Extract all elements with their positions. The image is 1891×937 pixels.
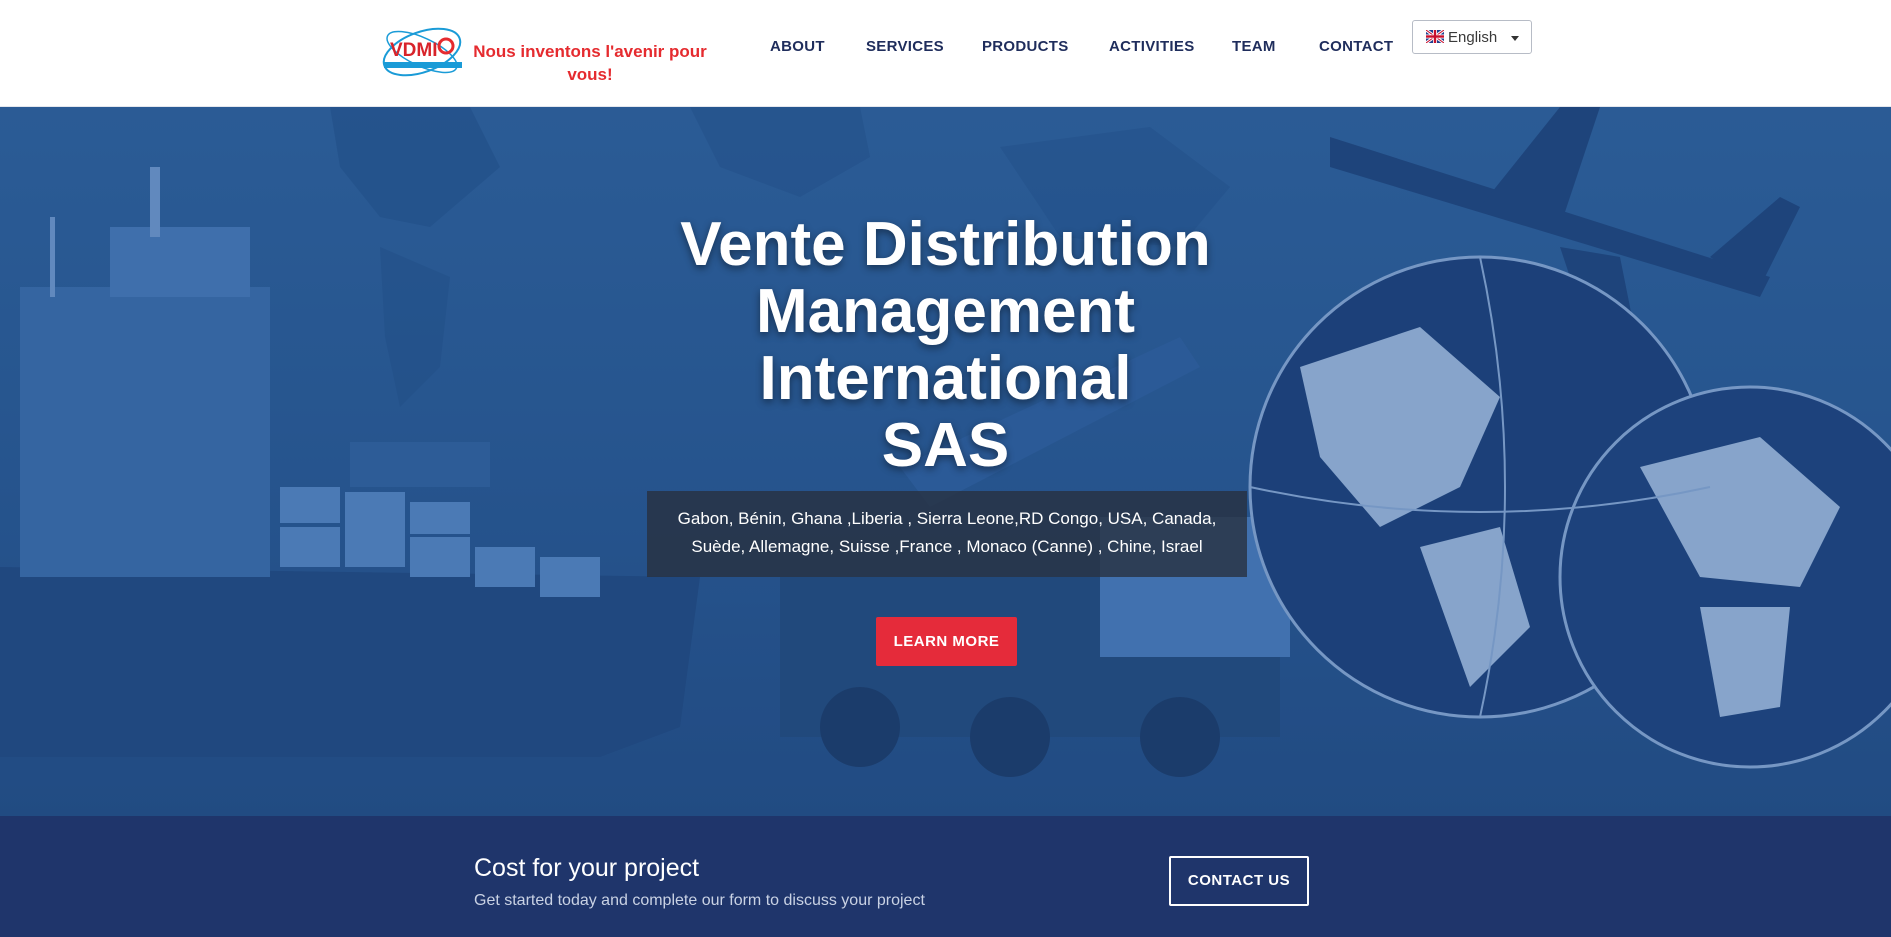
logo[interactable]: VDMI <box>376 18 468 82</box>
nav-team[interactable]: TEAM <box>1232 38 1276 55</box>
hero-title-line: International <box>759 344 1132 413</box>
vdmi-logo-icon: VDMI <box>382 27 462 77</box>
learn-more-button[interactable]: LEARN MORE <box>876 617 1017 666</box>
hero-banner: Vente Distribution Management Internatio… <box>0 107 1891 816</box>
cta-bar: Cost for your project Get started today … <box>0 816 1891 937</box>
hero-title-line: SAS <box>881 411 1010 480</box>
nav-contact[interactable]: CONTACT <box>1319 38 1393 55</box>
hero-title-line: Vente Distribution <box>680 210 1211 279</box>
svg-text:VDMI: VDMI <box>390 40 438 61</box>
nav-services[interactable]: SERVICES <box>866 38 944 55</box>
cta-subtitle: Get started today and complete our form … <box>474 892 925 909</box>
nav-about[interactable]: ABOUT <box>770 38 825 55</box>
uk-flag-icon <box>1426 30 1444 43</box>
site-header: VDMI Nous inventons l'avenir pour vous! … <box>0 0 1891 107</box>
cta-title: Cost for your project <box>474 854 700 882</box>
nav-activities[interactable]: ACTIVITIES <box>1109 38 1195 55</box>
nav-products[interactable]: PRODUCTS <box>982 38 1069 55</box>
contact-us-button[interactable]: CONTACT US <box>1169 856 1309 906</box>
language-select[interactable]: English <box>1412 20 1532 54</box>
hero-title-line: Management <box>756 277 1135 346</box>
chevron-down-icon <box>1511 36 1519 41</box>
hero-title: Vente Distribution Management Internatio… <box>620 211 1271 479</box>
countries-text: Gabon, Bénin, Ghana ,Liberia , Sierra Le… <box>647 491 1247 577</box>
tagline: Nous inventons l'avenir pour vous! <box>473 42 707 84</box>
language-label: English <box>1448 29 1498 46</box>
